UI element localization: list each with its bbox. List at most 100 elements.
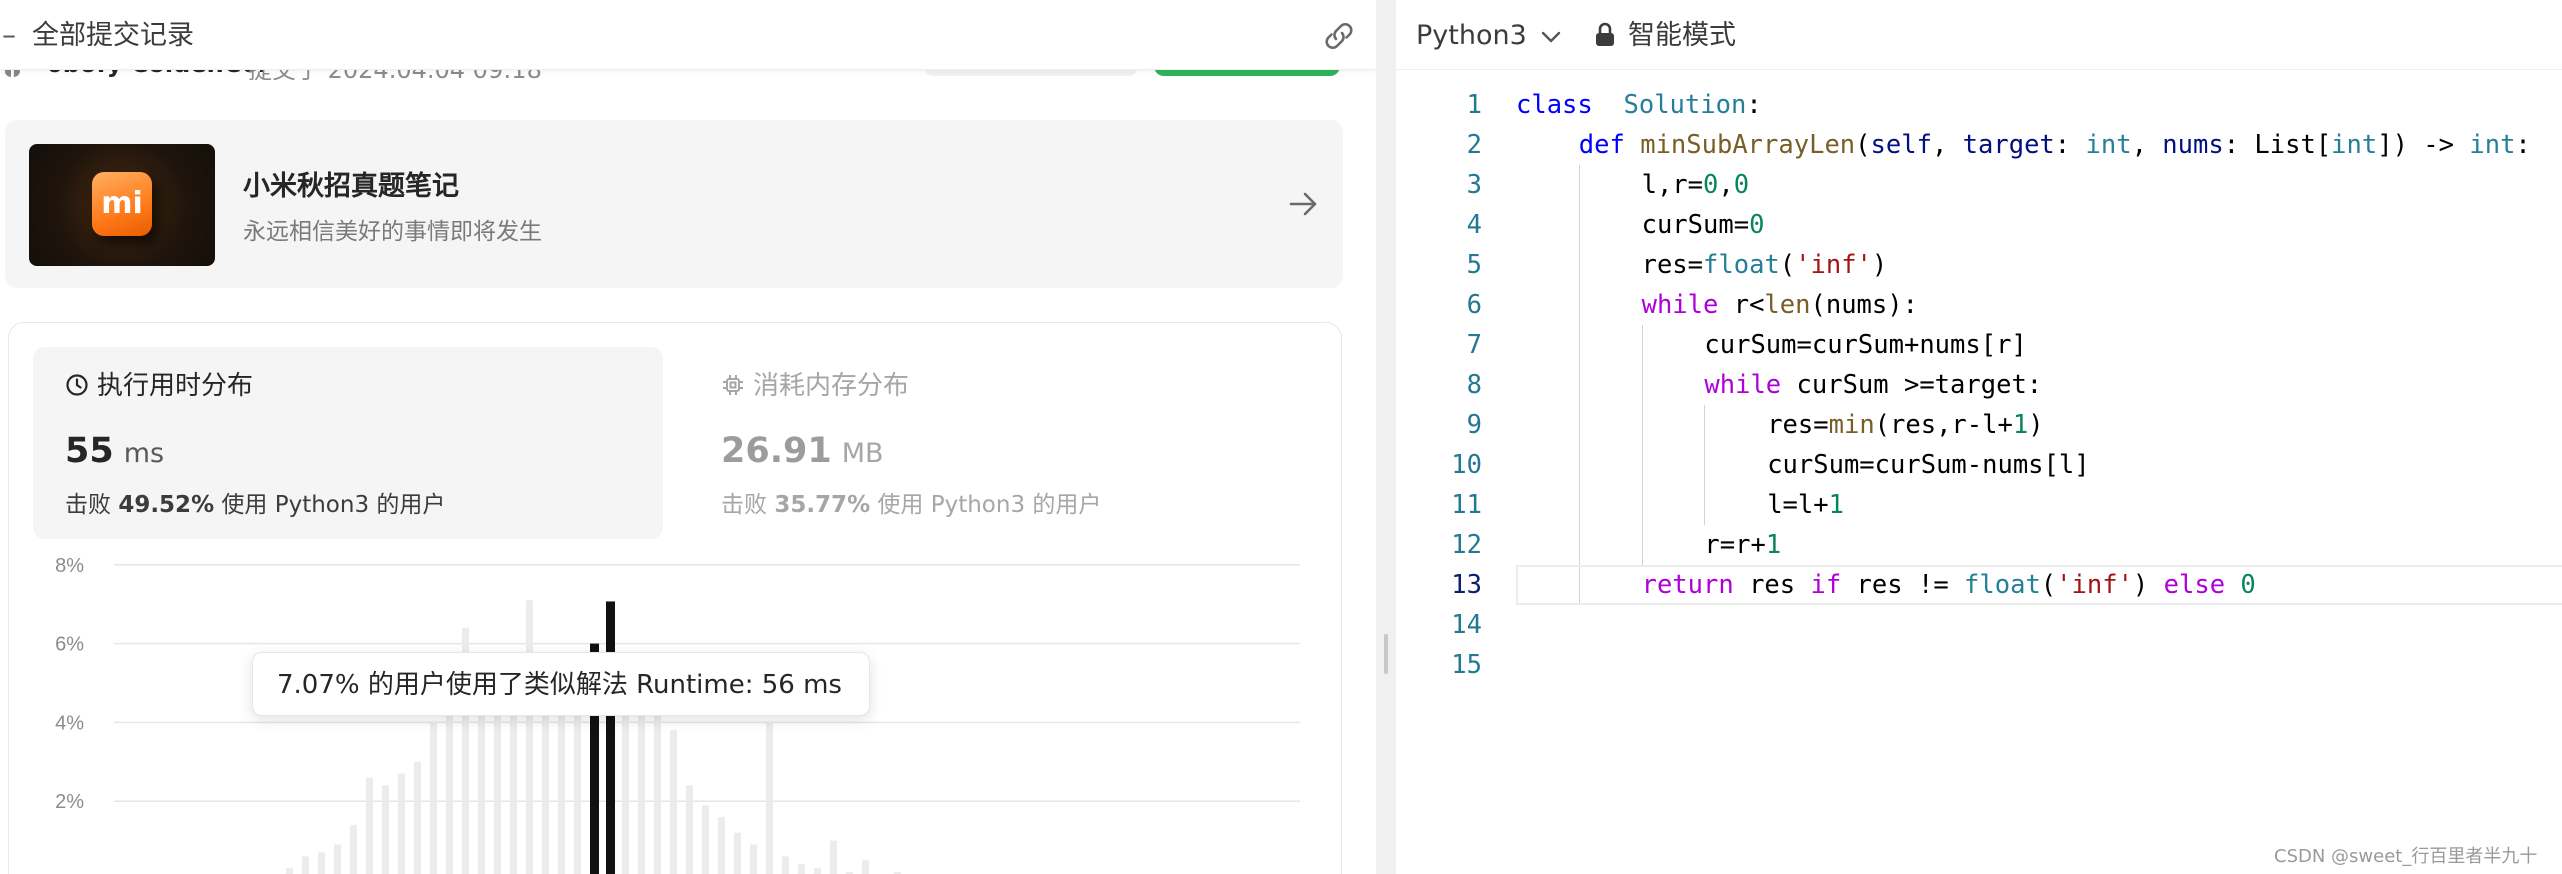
code-line[interactable]: 9 res=min(res,r-l+1): [1396, 405, 2562, 445]
code-line[interactable]: 3 l,r=0,0: [1396, 165, 2562, 205]
code-line[interactable]: 10 curSum=curSum-nums[l]: [1396, 445, 2562, 485]
code-token: :: [2054, 130, 2086, 160]
memory-heading: 消耗内存分布: [721, 369, 909, 403]
chart-bar[interactable]: [350, 824, 357, 874]
code-token: if: [1810, 570, 1842, 600]
submission-panel: ◖◗ 6bofy ColdenC6r 提交于 2024.04.04 09:18 …: [0, 0, 1376, 874]
code-line[interactable]: 11 l=l+1: [1396, 485, 2562, 525]
code-token: ,: [1718, 170, 1734, 200]
memory-tab[interactable]: 消耗内存分布 26.91 MB 击败 35.77% 使用 Python3 的用户: [689, 347, 1319, 539]
indent-guide: [1578, 285, 1580, 325]
collapse-icon[interactable]: –: [2, 21, 20, 49]
chart-bar[interactable]: [286, 868, 293, 874]
all-submissions-link[interactable]: 全部提交记录: [32, 16, 194, 56]
chart-bar[interactable]: [782, 856, 789, 874]
chart-bar[interactable]: [862, 860, 869, 874]
chevron-down-icon[interactable]: [1540, 30, 1562, 44]
code-line[interactable]: 13 return res if res != float('inf') else…: [1396, 565, 2562, 605]
chart-bar[interactable]: [398, 773, 405, 874]
chart-bar[interactable]: [702, 805, 709, 874]
line-number: 1: [1466, 90, 1482, 120]
chart-bar[interactable]: [430, 722, 437, 874]
chart-bar[interactable]: [526, 600, 533, 874]
line-number: 4: [1466, 210, 1482, 240]
code-text: res=min(res,r-l+1): [1767, 405, 2043, 445]
y-tick-label: 2%: [55, 791, 84, 813]
line-number: 11: [1451, 490, 1482, 520]
chart-bar[interactable]: [750, 844, 757, 874]
chart-bar-highlight[interactable]: [606, 601, 615, 874]
chart-bar[interactable]: [734, 832, 741, 874]
runtime-beat-suffix: 使用 Python3 的用户: [221, 492, 446, 518]
runtime-tab[interactable]: 执行用时分布 55 ms 击败 49.52% 使用 Python3 的用户: [33, 347, 663, 539]
code-text: curSum=curSum+nums[r]: [1704, 325, 2026, 365]
code-line[interactable]: 15: [1396, 645, 2562, 685]
code-line[interactable]: 14: [1396, 605, 2562, 645]
code-area[interactable]: 1 class Solution: 2 def minSubArrayLen(self…: [1396, 85, 2562, 685]
code-line[interactable]: 4 curSum=0: [1396, 205, 2562, 245]
link-icon[interactable]: [1320, 18, 1358, 54]
code-token: int: [2469, 130, 2516, 160]
arrow-right-icon[interactable]: [1285, 186, 1321, 222]
code-line[interactable]: 12 r=r+1: [1396, 525, 2562, 565]
chart-bar[interactable]: [686, 785, 693, 874]
chart-bar[interactable]: [382, 785, 389, 874]
chart-bar[interactable]: [366, 777, 373, 874]
chart-bar[interactable]: [478, 706, 485, 874]
chart-bar[interactable]: [718, 816, 725, 874]
code-token: l,r=: [1641, 170, 1704, 200]
code-token: target: [1962, 130, 2055, 160]
language-select[interactable]: Python3: [1416, 16, 1527, 56]
chart-bar[interactable]: [814, 868, 821, 874]
chart-bar[interactable]: [638, 702, 645, 874]
code-token: while: [1704, 370, 1782, 400]
chart-bar[interactable]: [830, 840, 837, 874]
indent-guide: [1578, 165, 1580, 205]
chart-bar[interactable]: [766, 722, 773, 874]
panel-resizer[interactable]: [1376, 0, 1396, 874]
code-token: res !=: [1841, 570, 1965, 600]
chart-bar[interactable]: [318, 852, 325, 874]
code-token: 0: [1703, 170, 1719, 200]
code-text: return res if res != float('inf') else 0: [1642, 565, 2256, 605]
code-line[interactable]: 2 def minSubArrayLen(self, target: int, n…: [1396, 125, 2562, 165]
code-token: l=l+: [1767, 490, 1829, 520]
runtime-value: 55 ms: [65, 431, 164, 471]
code-line[interactable]: 1 class Solution:: [1396, 85, 2562, 125]
code-line[interactable]: 5 res=float('inf'): [1396, 245, 2562, 285]
code-token: curSum=: [1641, 210, 1750, 240]
memory-number: 26.91: [721, 431, 832, 471]
indent-guide: [1578, 245, 1580, 285]
indent-guide: [1578, 405, 1580, 445]
code-token: r=r+: [1704, 530, 1766, 560]
chart-bar[interactable]: [798, 864, 805, 874]
code-token: class: [1516, 90, 1593, 120]
code-line[interactable]: 8 while curSum >=target:: [1396, 365, 2562, 405]
chart-bar[interactable]: [574, 690, 581, 874]
y-tick-label: 4%: [55, 712, 84, 734]
line-number: 6: [1466, 290, 1482, 320]
code-token: minSubArrayLen: [1640, 130, 1856, 160]
chart-bar[interactable]: [334, 844, 341, 874]
chart-bar[interactable]: [414, 761, 421, 874]
chart-bar[interactable]: [302, 856, 309, 874]
smart-mode-toggle[interactable]: 智能模式: [1628, 16, 1736, 56]
chart-bar[interactable]: [494, 694, 501, 874]
code-token: int: [2085, 130, 2132, 160]
line-number: 13: [1451, 570, 1482, 600]
indent-guide: [1641, 405, 1643, 445]
chart-bar[interactable]: [558, 694, 565, 874]
code-line[interactable]: 6 while r<len(nums):: [1396, 285, 2562, 325]
code-text: def minSubArrayLen(self, target: int, nu…: [1579, 125, 2531, 165]
code-token: (: [2040, 570, 2057, 600]
promo-banner[interactable]: mi 小米秋招真题笔记 永远相信美好的事情即将发生: [5, 120, 1343, 288]
code-line[interactable]: 7 curSum=curSum+nums[r]: [1396, 325, 2562, 365]
chart-bar[interactable]: [670, 730, 677, 874]
indent-guide: [1578, 525, 1580, 565]
chart-bar[interactable]: [446, 694, 453, 874]
logo-tile: mi: [92, 172, 152, 236]
code-text: class Solution:: [1516, 85, 1762, 125]
resize-handle[interactable]: [1384, 634, 1388, 674]
banner-subtitle: 永远相信美好的事情即将发生: [243, 219, 542, 245]
